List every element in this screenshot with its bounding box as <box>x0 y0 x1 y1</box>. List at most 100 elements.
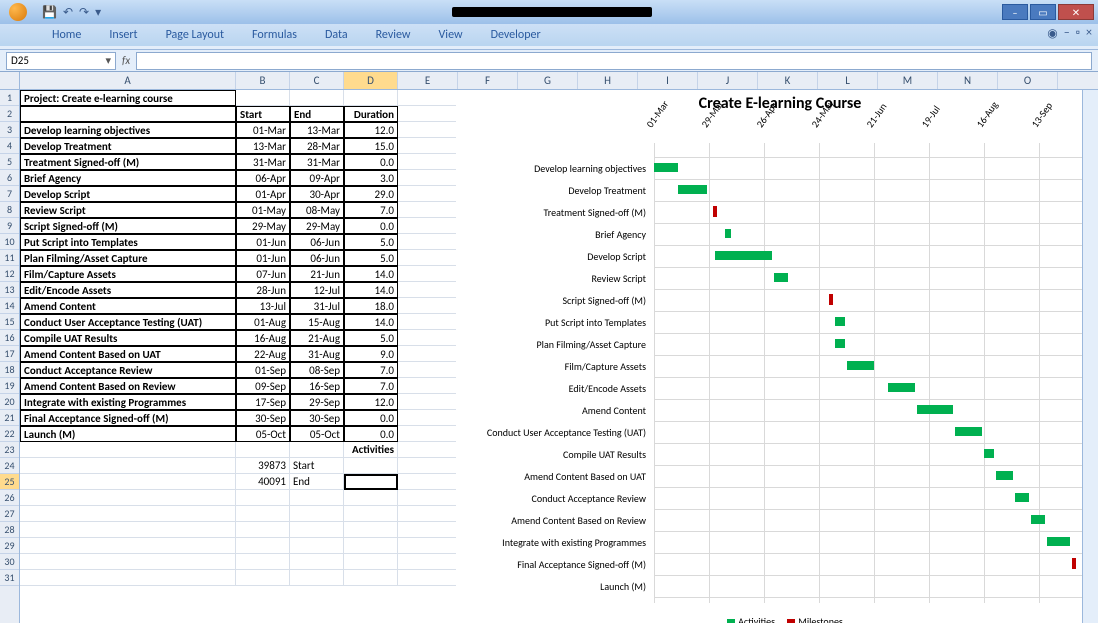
cell[interactable]: 0.0 <box>344 426 398 442</box>
col-header-F[interactable]: F <box>458 72 518 89</box>
cell[interactable]: 06-Apr <box>236 170 290 186</box>
row-header-19[interactable]: 19 <box>0 378 19 394</box>
row-header-18[interactable]: 18 <box>0 362 19 378</box>
col-header-N[interactable]: N <box>938 72 998 89</box>
cell[interactable]: 29.0 <box>344 186 398 202</box>
col-header-J[interactable]: J <box>698 72 758 89</box>
cell[interactable] <box>398 218 458 234</box>
col-header-A[interactable]: A <box>20 72 236 89</box>
cell[interactable] <box>290 490 344 506</box>
cell[interactable]: 0.0 <box>344 218 398 234</box>
row-header-21[interactable]: 21 <box>0 410 19 426</box>
cell[interactable] <box>398 266 458 282</box>
cell[interactable]: 01-Jun <box>236 250 290 266</box>
cell[interactable]: Project: Create e-learning course <box>20 90 236 106</box>
cell[interactable]: 01-Aug <box>236 314 290 330</box>
formula-bar[interactable] <box>136 52 1092 70</box>
cell[interactable] <box>290 554 344 570</box>
cell[interactable] <box>398 522 458 538</box>
close-button[interactable]: ✕ <box>1058 4 1094 20</box>
row-header-10[interactable]: 10 <box>0 234 19 250</box>
cell[interactable]: 30-Sep <box>236 410 290 426</box>
cell[interactable]: Brief Agency <box>20 170 236 186</box>
col-header-H[interactable]: H <box>578 72 638 89</box>
cell[interactable] <box>398 154 458 170</box>
row-header-12[interactable]: 12 <box>0 266 19 282</box>
cell[interactable] <box>236 490 290 506</box>
cell[interactable]: 40091 <box>236 474 290 490</box>
cell[interactable] <box>398 202 458 218</box>
cell[interactable]: 06-Jun <box>290 250 344 266</box>
cell[interactable]: 09-Sep <box>236 378 290 394</box>
cell[interactable] <box>20 522 236 538</box>
col-header-I[interactable]: I <box>638 72 698 89</box>
save-icon[interactable]: 💾 <box>42 5 57 20</box>
cell[interactable]: 9.0 <box>344 346 398 362</box>
cell[interactable]: 05-Oct <box>290 426 344 442</box>
cell[interactable] <box>20 490 236 506</box>
cell[interactable]: 3.0 <box>344 170 398 186</box>
cell[interactable] <box>398 106 458 122</box>
cell[interactable]: 21-Aug <box>290 330 344 346</box>
cell[interactable]: 05-Oct <box>236 426 290 442</box>
cell[interactable] <box>398 538 458 554</box>
cell[interactable]: Plan Filming/Asset Capture <box>20 250 236 266</box>
cell[interactable] <box>344 458 398 474</box>
cell[interactable] <box>290 522 344 538</box>
col-header-E[interactable]: E <box>398 72 458 89</box>
cell[interactable] <box>398 186 458 202</box>
cell[interactable]: 22-Aug <box>236 346 290 362</box>
row-header-26[interactable]: 26 <box>0 490 19 506</box>
cell[interactable]: 31-Jul <box>290 298 344 314</box>
cell[interactable]: 30-Apr <box>290 186 344 202</box>
cell[interactable]: 01-Apr <box>236 186 290 202</box>
cell[interactable] <box>398 282 458 298</box>
cell[interactable] <box>20 570 236 586</box>
cell[interactable]: End <box>290 106 344 122</box>
cell[interactable]: 01-May <box>236 202 290 218</box>
redo-icon[interactable]: ↷ <box>79 5 89 20</box>
cell[interactable]: Duration <box>344 106 398 122</box>
cell[interactable]: 06-Jun <box>290 234 344 250</box>
row-header-28[interactable]: 28 <box>0 522 19 538</box>
tab-developer[interactable]: Developer <box>477 24 555 46</box>
cell[interactable] <box>344 506 398 522</box>
minimize-button[interactable]: – <box>1002 4 1028 20</box>
cell[interactable]: Start <box>236 106 290 122</box>
cell[interactable]: 16-Aug <box>236 330 290 346</box>
row-header-8[interactable]: 8 <box>0 202 19 218</box>
tab-review[interactable]: Review <box>362 24 425 46</box>
row-header-15[interactable]: 15 <box>0 314 19 330</box>
cell[interactable] <box>290 570 344 586</box>
vertical-scrollbar[interactable] <box>1082 90 1098 623</box>
select-all-corner[interactable] <box>0 72 20 90</box>
cell[interactable]: Develop Script <box>20 186 236 202</box>
row-header-4[interactable]: 4 <box>0 138 19 154</box>
cell[interactable] <box>344 538 398 554</box>
cell[interactable]: 18.0 <box>344 298 398 314</box>
row-header-30[interactable]: 30 <box>0 554 19 570</box>
tab-page-layout[interactable]: Page Layout <box>152 24 238 46</box>
row-header-24[interactable]: 24 <box>0 458 19 474</box>
cell[interactable] <box>290 506 344 522</box>
tab-home[interactable]: Home <box>38 24 95 46</box>
row-header-25[interactable]: 25 <box>0 474 19 490</box>
cell[interactable]: 5.0 <box>344 250 398 266</box>
cell[interactable]: 07-Jun <box>236 266 290 282</box>
row-header-23[interactable]: 23 <box>0 442 19 458</box>
undo-icon[interactable]: ↶ <box>63 5 73 20</box>
cell[interactable]: Amend Content Based on UAT <box>20 346 236 362</box>
row-header-17[interactable]: 17 <box>0 346 19 362</box>
cell[interactable]: Activities <box>344 442 398 458</box>
cell[interactable] <box>344 474 398 490</box>
cell[interactable]: 17-Sep <box>236 394 290 410</box>
cell[interactable] <box>344 90 398 106</box>
cell[interactable] <box>398 234 458 250</box>
cell[interactable] <box>398 410 458 426</box>
row-header-3[interactable]: 3 <box>0 122 19 138</box>
cell[interactable] <box>236 522 290 538</box>
cell[interactable] <box>344 554 398 570</box>
cell[interactable]: 08-May <box>290 202 344 218</box>
cell[interactable] <box>398 122 458 138</box>
row-header-20[interactable]: 20 <box>0 394 19 410</box>
